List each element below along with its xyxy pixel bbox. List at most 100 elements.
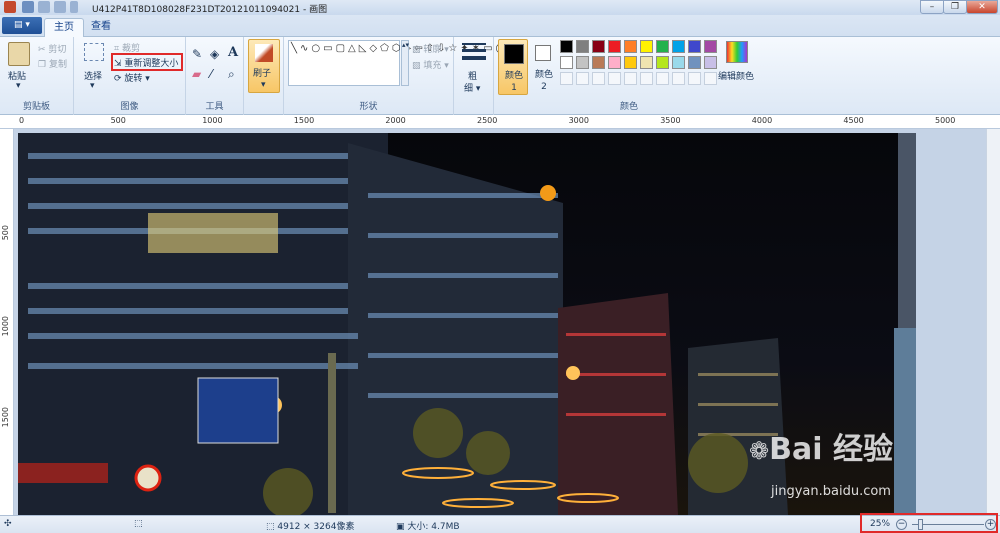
select-icon[interactable]: [84, 43, 104, 61]
palette-swatch[interactable]: [576, 56, 589, 69]
copy-icon: ❐: [38, 59, 47, 70]
undo-icon[interactable]: [38, 1, 50, 13]
customize-quick-access-icon[interactable]: [70, 1, 78, 13]
redo-icon[interactable]: [54, 1, 66, 13]
palette-swatch[interactable]: [592, 40, 605, 53]
tab-view[interactable]: 查看: [82, 18, 120, 37]
outline-button[interactable]: ▨ 轮廓 ▾: [412, 42, 449, 56]
fill-icon: ▧: [412, 60, 421, 71]
palette-swatch[interactable]: [656, 56, 669, 69]
magnifier-icon[interactable]: ⌕: [228, 67, 235, 82]
ruler-h-label: 2500: [477, 116, 498, 125]
ruler-h-label: 1000: [202, 116, 223, 125]
shapes-gallery[interactable]: ╲∿○▭▢△◺◇⬠⬡▷⇦⇧⇩☆✦✶▭◯◻: [288, 40, 518, 86]
rotate-label: 旋转: [124, 74, 143, 84]
paste-icon[interactable]: [8, 42, 30, 66]
paint-app-icon: [4, 1, 16, 13]
canvas-area[interactable]: ❁Bai 经验 jingyan.baidu.com: [14, 129, 1000, 518]
custom-color-slot[interactable]: [592, 72, 605, 85]
maximize-button[interactable]: ❐: [943, 0, 967, 14]
tools-group: ✎ ◈ A ▰ ⁄ ⌕ 工具: [186, 37, 244, 115]
paint-menu-button[interactable]: ▤ ▾: [2, 17, 42, 34]
palette-swatch[interactable]: [608, 40, 621, 53]
custom-color-slot[interactable]: [688, 72, 701, 85]
palette-swatch[interactable]: [624, 56, 637, 69]
close-button[interactable]: ✕: [966, 0, 998, 14]
dimensions-text: 4912 × 3264像素: [277, 522, 355, 532]
paste-dropdown-icon[interactable]: ▾: [16, 81, 21, 91]
size-label-2[interactable]: 细 ▾: [464, 81, 480, 94]
watermark-logo-text: Bai 经验: [769, 432, 893, 467]
palette-swatch[interactable]: [608, 56, 621, 69]
palette-swatch[interactable]: [672, 56, 685, 69]
selection-size-icon: ⬚: [134, 519, 143, 529]
palette-swatch[interactable]: [688, 40, 701, 53]
ruler-h-label: 0: [19, 116, 25, 125]
color1-button[interactable]: 颜色 1: [498, 39, 528, 95]
custom-color-slot[interactable]: [672, 72, 685, 85]
palette-swatch[interactable]: [704, 40, 717, 53]
ruler-v-label: 1000: [1, 316, 10, 337]
custom-color-slot[interactable]: [576, 72, 589, 85]
zoom-highlight-box: [860, 513, 998, 533]
shapes-group-label: 形状: [359, 102, 378, 112]
palette-swatch[interactable]: [640, 56, 653, 69]
custom-color-slot[interactable]: [656, 72, 669, 85]
tab-home[interactable]: 主页: [44, 18, 84, 37]
palette-swatch[interactable]: [576, 40, 589, 53]
scissors-icon: ✂: [38, 44, 46, 55]
baidu-watermark-logo: ❁Bai 经验: [749, 424, 893, 468]
palette-swatch[interactable]: [640, 40, 653, 53]
copy-button[interactable]: ❐ 复制: [38, 57, 67, 71]
color-picker-icon[interactable]: ⁄: [210, 67, 212, 81]
palette-swatch[interactable]: [704, 56, 717, 69]
clipboard-group-label: 剪贴板: [22, 102, 50, 112]
palette-swatch[interactable]: [592, 56, 605, 69]
shapes-group: ╲∿○▭▢△◺◇⬠⬡▷⇦⇧⇩☆✦✶▭◯◻ ▴▾ ▨ 轮廓 ▾ ▧ 填充 ▾ 形状: [284, 37, 518, 115]
custom-color-slot[interactable]: [624, 72, 637, 85]
custom-color-slot[interactable]: [640, 72, 653, 85]
palette-swatch[interactable]: [560, 40, 573, 53]
fill-label: 填充: [423, 61, 442, 71]
edit-colors-button[interactable]: 编辑颜色: [718, 69, 754, 82]
size-group: 粗 细 ▾: [454, 37, 494, 115]
custom-color-slot[interactable]: [608, 72, 621, 85]
brushes-button[interactable]: 刷子 ▾: [248, 39, 280, 93]
brushes-group: 刷子 ▾: [244, 37, 284, 115]
ruler-h-label: 1500: [293, 116, 315, 125]
colors-group: 颜色 1 颜色 2 编辑颜色 颜色: [494, 37, 764, 115]
clipboard-group: 粘贴 ▾ ✂ 剪切 ❐ 复制 剪贴板: [0, 37, 74, 115]
ruler-v-label: 500: [1, 225, 10, 241]
select-dropdown-icon[interactable]: ▾: [90, 81, 95, 91]
pencil-icon[interactable]: ✎: [192, 47, 202, 61]
crop-icon: ⌗: [114, 43, 120, 54]
color2-swatch: [535, 45, 551, 61]
baidu-watermark-url: jingyan.baidu.com: [771, 484, 891, 499]
fill-button[interactable]: ▧ 填充 ▾: [412, 58, 449, 72]
color2-button[interactable]: 颜色 2: [530, 39, 558, 95]
shapes-scroll[interactable]: ▴▾: [401, 40, 409, 86]
edit-colors-icon[interactable]: [726, 41, 748, 63]
custom-color-slot[interactable]: [704, 72, 717, 85]
palette-swatch[interactable]: [624, 40, 637, 53]
custom-color-slot[interactable]: [560, 72, 573, 85]
palette-swatch[interactable]: [688, 56, 701, 69]
rotate-button[interactable]: ⟳ 旋转 ▾: [114, 71, 150, 85]
image-dimensions: ⬚ 4912 × 3264像素: [266, 519, 354, 532]
fill-bucket-icon[interactable]: ◈: [210, 47, 219, 61]
image-group-label: 图像: [120, 102, 139, 112]
minimize-button[interactable]: –: [920, 0, 944, 14]
text-tool-icon[interactable]: A: [228, 45, 238, 60]
cut-button[interactable]: ✂ 剪切: [38, 42, 66, 56]
vertical-scrollbar[interactable]: [986, 129, 1000, 515]
palette-swatch[interactable]: [560, 56, 573, 69]
save-icon[interactable]: [22, 1, 34, 13]
eraser-icon[interactable]: ▰: [192, 67, 201, 81]
color1-label: 颜色 1: [504, 71, 523, 93]
file-size: ▣ 大小: 4.7MB: [396, 519, 460, 532]
palette-swatch[interactable]: [656, 40, 669, 53]
outline-icon: ▨: [412, 44, 421, 55]
ruler-h-label: 2000: [385, 116, 406, 125]
palette-swatch[interactable]: [672, 40, 685, 53]
vertical-ruler: 500 1000 1500: [0, 129, 14, 515]
